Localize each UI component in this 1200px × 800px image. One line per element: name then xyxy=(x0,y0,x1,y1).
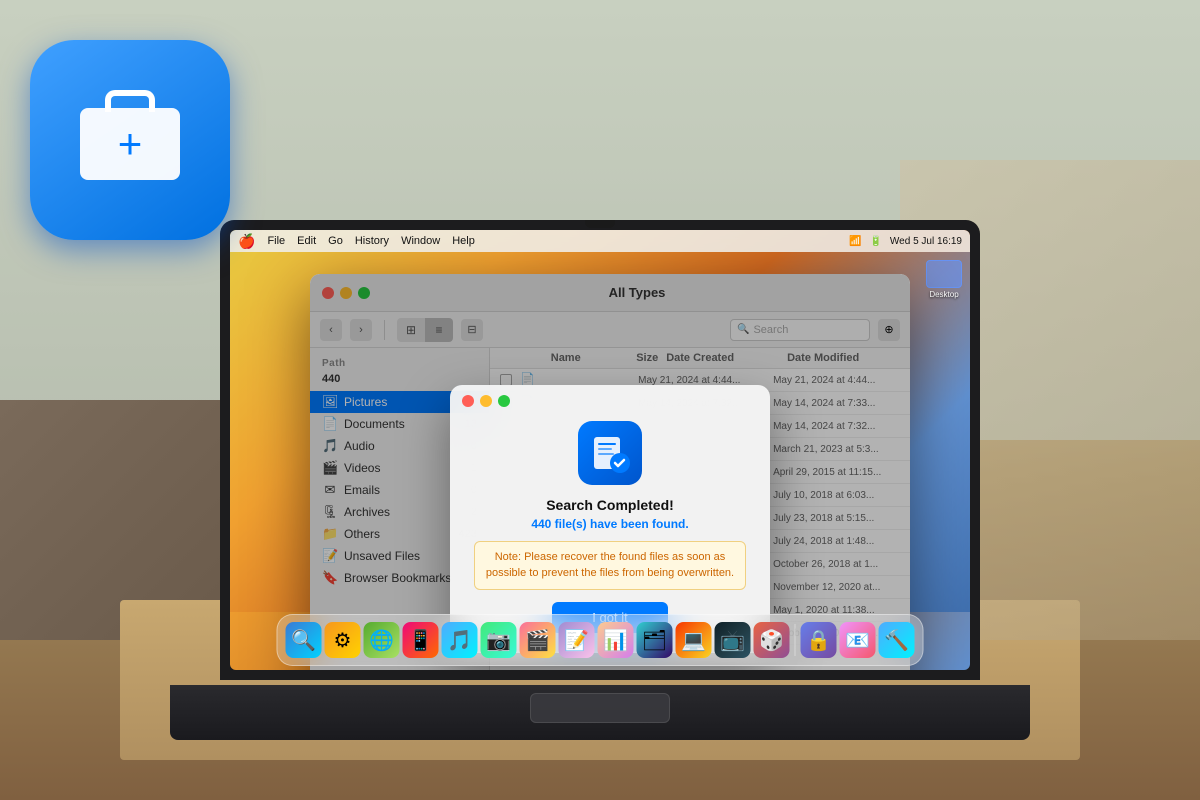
search-complete-modal: Search Completed! 440 file(s) have been … xyxy=(450,385,770,653)
menu-file[interactable]: File xyxy=(267,235,285,247)
dock-icon-8[interactable]: 📊 xyxy=(598,622,634,658)
modal-maximize[interactable] xyxy=(498,395,510,407)
dock-icon-13[interactable]: 🔒 xyxy=(801,622,837,658)
modal-overlay: Search Completed! 440 file(s) have been … xyxy=(310,274,910,670)
laptop-screen: 🍎 File Edit Go History Window Help 📶 🔋 W… xyxy=(230,230,970,670)
modal-minimize[interactable] xyxy=(480,395,492,407)
modal-traffic-lights xyxy=(450,385,770,413)
menubar-datetime: Wed 5 Jul 16:19 xyxy=(890,236,962,247)
modal-warning: Note: Please recover the found files as … xyxy=(474,541,746,590)
dock-icon-14[interactable]: 📧 xyxy=(840,622,876,658)
menu-help[interactable]: Help xyxy=(452,235,475,247)
modal-close[interactable] xyxy=(462,395,474,407)
menu-edit[interactable]: Edit xyxy=(297,235,316,247)
dock-icon-9[interactable]: 🗂 xyxy=(637,622,673,658)
menu-window[interactable]: Window xyxy=(401,235,440,247)
dock: 🔍 ⚙ 🌐 📱 🎵 📷 🎬 📝 📊 🗂 💻 📺 🎲 🔒 📧 🔨 xyxy=(277,614,924,666)
apple-menu[interactable]: 🍎 xyxy=(238,233,255,250)
laptop-body: 🍎 File Edit Go History Window Help 📶 🔋 W… xyxy=(170,220,1030,740)
app-window: All Types ‹ › ⊞ ≡ ⊟ 🔍 xyxy=(310,274,910,670)
dock-icon-5[interactable]: 📷 xyxy=(481,622,517,658)
laptop-notch xyxy=(585,220,615,228)
menubar-wifi: 📶 xyxy=(849,236,861,247)
dock-icon-4[interactable]: 🎵 xyxy=(442,622,478,658)
dock-icon-2[interactable]: 🌐 xyxy=(364,622,400,658)
modal-icon xyxy=(578,421,642,485)
app-icon-floating: + xyxy=(30,40,230,240)
dock-icon-7[interactable]: 📝 xyxy=(559,622,595,658)
menu-history[interactable]: History xyxy=(355,235,389,247)
menubar-battery: 🔋 xyxy=(869,236,881,247)
modal-title: Search Completed! xyxy=(474,497,746,513)
menu-go[interactable]: Go xyxy=(328,235,343,247)
dock-icon-11[interactable]: 📺 xyxy=(715,622,751,658)
dock-icon-finder[interactable]: 🔍 xyxy=(286,622,322,658)
dock-icon-1[interactable]: ⚙ xyxy=(325,622,361,658)
dock-icon-10[interactable]: 💻 xyxy=(676,622,712,658)
dock-icon-3[interactable]: 📱 xyxy=(403,622,439,658)
menubar: 🍎 File Edit Go History Window Help 📶 🔋 W… xyxy=(230,230,970,252)
dock-icon-12[interactable]: 🎲 xyxy=(754,622,790,658)
modal-count: 440 file(s) have been found. xyxy=(474,517,746,531)
dock-icon-15[interactable]: 🔨 xyxy=(879,622,915,658)
dock-icon-6[interactable]: 🎬 xyxy=(520,622,556,658)
